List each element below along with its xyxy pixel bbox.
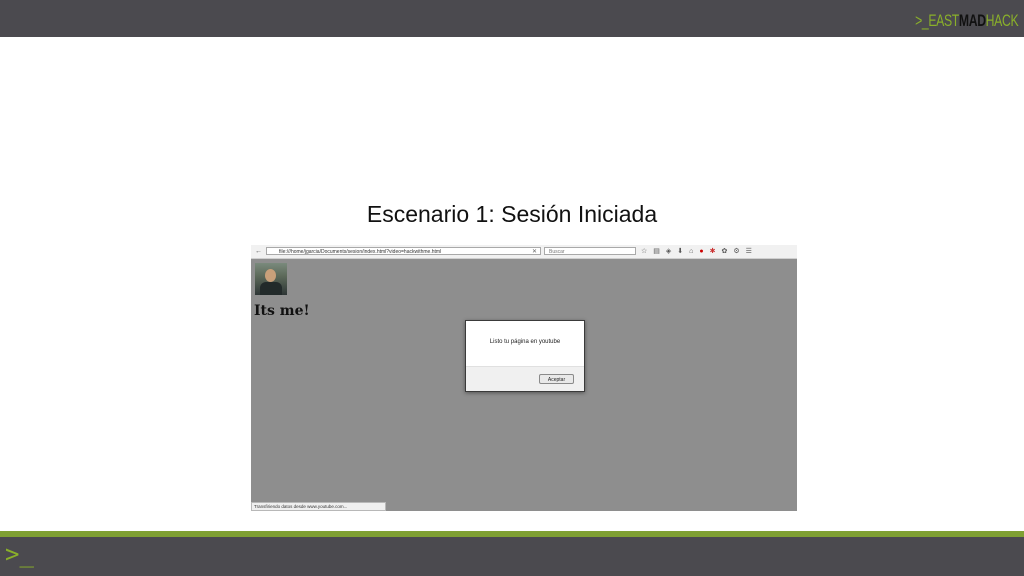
slide-title: Escenario 1: Sesión Iniciada <box>366 201 658 227</box>
profile-photo <box>255 263 287 295</box>
toolbar-icons: ☆ ▤ ◈ ⬇ ⌂ ● ✱ ✿ ⚙ ☰ <box>641 246 752 257</box>
page-heading: Its me! <box>254 303 310 319</box>
menu-icon[interactable]: ☰ <box>746 246 752 257</box>
logo-east: EAST <box>928 11 959 30</box>
top-bar: >_EASTMADHACK <box>0 0 1024 37</box>
record-icon[interactable]: ● <box>699 246 703 257</box>
terminal-prompt-icon: >_ <box>5 540 34 568</box>
addon-icon[interactable]: ✱ <box>710 246 716 257</box>
eastmadhack-logo: >_EASTMADHACK <box>914 11 1019 31</box>
home-icon[interactable]: ⌂ <box>689 246 693 257</box>
clear-url-icon[interactable]: ✕ <box>532 248 537 254</box>
logo-hack: HACK <box>985 11 1018 30</box>
logo-mad: MAD <box>958 11 986 30</box>
pocket-icon[interactable]: ◈ <box>666 246 671 257</box>
back-arrow-icon[interactable]: ← <box>255 247 262 256</box>
search-placeholder: Buscar <box>549 249 565 255</box>
avatar-body <box>260 282 282 295</box>
alert-dialog: Listo tu página en youtube Aceptar <box>465 320 585 392</box>
url-bar[interactable]: file:///home/jgarcia/Documents/sesion/in… <box>266 247 541 255</box>
alert-footer: Aceptar <box>466 366 584 391</box>
extension-icon[interactable]: ✿ <box>722 246 728 257</box>
browser-toolbar: ← file:///home/jgarcia/Documents/sesion/… <box>251 245 797 259</box>
status-bar: Transfiriendo datos desde www.youtube.co… <box>251 502 386 511</box>
avatar-face <box>265 269 276 282</box>
bookmark-star-icon[interactable]: ☆ <box>641 246 647 257</box>
search-input[interactable]: Buscar <box>544 247 636 255</box>
download-icon[interactable]: ⬇ <box>677 246 683 257</box>
dev-tools-icon[interactable]: ⚙ <box>733 246 739 257</box>
url-text: file:///home/jgarcia/Documents/sesion/in… <box>279 249 442 255</box>
logo-prefix: >_ <box>914 11 929 30</box>
bottom-bar: >_ <box>0 537 1024 576</box>
reading-list-icon[interactable]: ▤ <box>653 246 660 257</box>
accept-button[interactable]: Aceptar <box>539 374 574 384</box>
alert-message: Listo tu página en youtube <box>489 339 561 345</box>
browser-screenshot: ← file:///home/jgarcia/Documents/sesion/… <box>251 245 797 511</box>
